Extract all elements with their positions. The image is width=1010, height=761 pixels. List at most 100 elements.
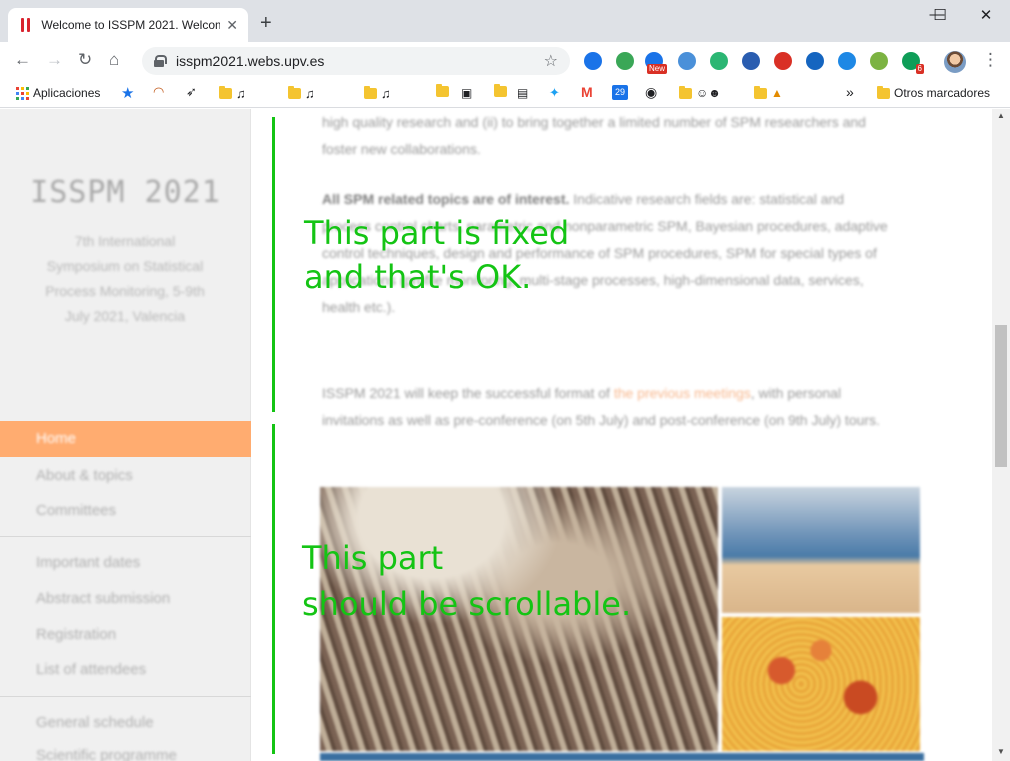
ext-green-icon[interactable] xyxy=(616,52,634,70)
tv-icon[interactable]: ▣ xyxy=(461,86,472,100)
ext-shield-icon[interactable] xyxy=(774,52,792,70)
browser-window: Welcome to ISSPM 2021. Welcom ✕ + — ☐ ✕ … xyxy=(0,0,1010,761)
ext-star-icon[interactable] xyxy=(742,52,760,70)
folder-icon xyxy=(364,86,377,99)
calendar-icon[interactable]: 29 xyxy=(612,85,628,100)
info-icon[interactable]: ◉ xyxy=(645,84,657,101)
nav-divider xyxy=(0,536,251,537)
window-icon[interactable]: ▤ xyxy=(517,86,528,100)
twitter-icon[interactable]: ✦ xyxy=(549,85,560,101)
sidebar: ISSPM 2021 7th International Symposium o… xyxy=(0,109,251,761)
tab-title: Welcome to ISSPM 2021. Welcom xyxy=(41,18,221,32)
new-tab-button[interactable]: + xyxy=(260,12,272,35)
back-icon[interactable]: ← xyxy=(14,50,31,70)
nav-item-general-schedule[interactable]: General schedule xyxy=(36,714,154,731)
browser-toolbar: ← → ↻ ⌂ isspm2021.webs.upv.es ☆ New 6 ⋮ xyxy=(0,42,1010,80)
nav-item-registration[interactable]: Registration xyxy=(36,626,116,643)
scroll-thumb[interactable] xyxy=(995,325,1007,467)
rocket-icon[interactable]: ➶ xyxy=(186,84,197,100)
beach-photo xyxy=(722,487,920,613)
paella-photo xyxy=(722,617,920,751)
music-folder[interactable]: ♫ xyxy=(219,86,246,101)
star-bookmark-icon[interactable]: ★ xyxy=(121,84,134,102)
ax-folder[interactable]: ▲ xyxy=(754,85,783,100)
folder-icon xyxy=(754,85,767,99)
fixed-region-marker xyxy=(272,117,275,412)
nav-item-abstract-submission[interactable]: Abstract submission xyxy=(36,590,170,607)
avatar[interactable] xyxy=(944,51,966,73)
topics-bold: All SPM related topics are of interest. xyxy=(322,191,570,207)
folder-bookmark[interactable] xyxy=(436,84,449,97)
ext-blue-icon[interactable] xyxy=(584,52,602,70)
music-icon: ♫ xyxy=(305,86,315,101)
ext-new-label: New xyxy=(646,64,667,74)
bookmarks-bar: Aplicaciones ★ ◠ ➶ ♫ ♫ ♫ ▣ ▤ ✦ M 29 ◉ ☺☻… xyxy=(0,80,1010,108)
ext-window-icon[interactable] xyxy=(678,52,696,70)
page-scrollbar[interactable]: ▲ ▼ xyxy=(992,109,1010,761)
ext-book-icon[interactable] xyxy=(838,52,856,70)
nav-item-committees[interactable]: Committees xyxy=(36,502,116,519)
other-bookmarks[interactable]: Otros marcadores xyxy=(877,85,990,100)
nav-item-attendees[interactable]: List of attendees xyxy=(36,661,146,678)
previous-meetings-link[interactable]: the previous meetings xyxy=(614,385,751,401)
ext-badge-label: 6 xyxy=(915,64,924,74)
radio-folder[interactable]: ♫ xyxy=(364,86,391,101)
close-window-icon[interactable]: ✕ xyxy=(963,6,1009,24)
annotation-scroll-line1: This part xyxy=(302,539,444,577)
maximize-icon[interactable]: ☐ xyxy=(917,6,963,24)
ext-plant-icon[interactable] xyxy=(870,52,888,70)
lock-icon xyxy=(154,55,167,67)
tab-close-icon[interactable]: ✕ xyxy=(226,17,238,34)
ext-badge-icon[interactable]: 6 xyxy=(902,52,924,74)
annotation-fixed-line1: This part is fixed xyxy=(304,214,570,252)
speedometer-icon[interactable]: ◠ xyxy=(153,84,164,100)
ax-icon: ▲ xyxy=(771,86,783,100)
guitar-folder[interactable]: ♫ xyxy=(288,86,315,101)
folder-icon xyxy=(436,84,449,97)
apps-label: Aplicaciones xyxy=(33,86,101,100)
tab-favicon-icon xyxy=(18,17,33,33)
site-subtitle: 7th International Symposium on Statistic… xyxy=(45,233,205,324)
forward-icon[interactable]: → xyxy=(46,50,63,70)
paragraph-intro: high quality research and (ii) to bring … xyxy=(322,114,866,157)
ext-new-icon[interactable]: New xyxy=(645,52,667,74)
music-icon: ♫ xyxy=(381,86,391,101)
nav-divider xyxy=(0,696,251,697)
folder-icon xyxy=(288,86,301,99)
nav-item-home[interactable]: Home xyxy=(0,421,251,457)
more-bookmarks-chevron[interactable]: » xyxy=(846,84,854,100)
url-text[interactable]: isspm2021.webs.upv.es xyxy=(176,53,544,69)
nav-item-important-dates[interactable]: Important dates xyxy=(36,554,140,571)
folder-icon xyxy=(494,84,507,97)
format-text-a: ISSPM 2021 will keep the successful form… xyxy=(322,385,614,401)
photo-collage xyxy=(320,487,924,761)
ext-target-icon[interactable] xyxy=(806,52,824,70)
annotation-fixed-line2: and that's OK. xyxy=(304,258,532,296)
scroll-up-icon[interactable]: ▲ xyxy=(992,111,1010,120)
main-content: high quality research and (ii) to bring … xyxy=(252,109,992,761)
gmail-icon[interactable]: M xyxy=(581,84,593,100)
smiley-icon: ☺☻ xyxy=(696,86,721,100)
apps-bookmark[interactable]: Aplicaciones xyxy=(16,86,100,100)
tab-strip: Welcome to ISSPM 2021. Welcom ✕ + — ☐ ✕ xyxy=(0,0,1010,42)
paragraph-format: ISSPM 2021 will keep the successful form… xyxy=(322,380,892,434)
nav-item-about[interactable]: About & topics xyxy=(36,467,133,484)
scroll-region-marker xyxy=(272,424,275,754)
nav-item-label: Home xyxy=(36,430,77,447)
address-bar[interactable]: isspm2021.webs.upv.es ☆ xyxy=(142,47,570,75)
scroll-down-icon[interactable]: ▼ xyxy=(992,747,1010,756)
photo-caption-bar xyxy=(320,753,924,761)
folder-bookmark-2[interactable] xyxy=(494,84,507,97)
folder-icon xyxy=(877,85,890,99)
reload-icon[interactable]: ↻ xyxy=(78,50,92,70)
nav-item-scientific-programme[interactable]: Scientific programme xyxy=(36,747,177,761)
home-icon[interactable]: ⌂ xyxy=(109,50,119,70)
bookmark-star-icon[interactable]: ☆ xyxy=(544,51,558,71)
menu-kebab-icon[interactable]: ⋮ xyxy=(982,50,999,70)
apps-grid-icon xyxy=(16,86,29,100)
smiley-folder[interactable]: ☺☻ xyxy=(679,85,721,100)
folder-icon xyxy=(219,86,232,99)
browser-tab[interactable]: Welcome to ISSPM 2021. Welcom ✕ xyxy=(8,8,248,42)
ext-refresh-icon[interactable] xyxy=(710,52,728,70)
calendar-day: 29 xyxy=(612,85,628,100)
